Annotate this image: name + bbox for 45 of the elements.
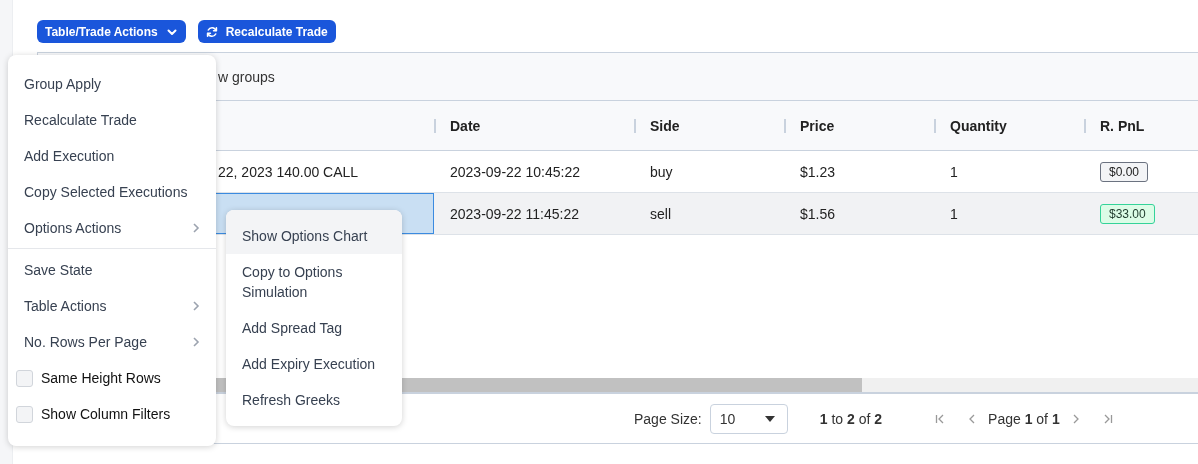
column-header[interactable]: Date <box>450 117 481 134</box>
menu-item[interactable]: Add Expiry Execution <box>226 346 402 382</box>
submenu-item[interactable]: No. Rows Per Page <box>8 324 216 360</box>
pnl-badge: $0.00 <box>1100 161 1149 182</box>
table-cell: sell <box>634 193 784 234</box>
menu-item[interactable]: Copy Selected Executions <box>8 174 216 210</box>
column-header[interactable]: Side <box>650 117 680 134</box>
page-indicator: Page 1 of 1 <box>988 410 1060 427</box>
submenu-item[interactable]: Table Actions <box>8 288 216 324</box>
refresh-icon <box>205 25 218 38</box>
menu-item[interactable]: Recalculate Trade <box>8 102 216 138</box>
menu-item[interactable]: Add Spread Tag <box>226 310 402 346</box>
menu-item[interactable]: Add Execution <box>8 138 216 174</box>
menu-item[interactable]: Copy to Options Simulation <box>226 254 402 310</box>
table-cell-text: buy <box>649 162 674 182</box>
column-header[interactable]: Price <box>800 117 835 134</box>
menu-item[interactable]: Group Apply <box>8 66 216 102</box>
menu-item[interactable]: Refresh Greeks <box>226 382 402 418</box>
table-cell: 1 <box>934 193 1084 234</box>
row-range-text: 1 to 2 of 2 <box>819 410 883 427</box>
chevron-right-icon <box>192 222 200 234</box>
checkbox-label[interactable]: Show Column Filters <box>41 406 171 422</box>
table-cell: 2023-09-22 11:45:22 <box>434 193 634 234</box>
recalculate-trade-button[interactable]: Recalculate Trade <box>197 20 336 43</box>
chevron-right-icon <box>192 300 200 312</box>
table-cell: 22, 2023 140.00 CALL <box>218 163 359 180</box>
table-cell-text: 2023-09-22 10:45:22 <box>449 162 581 182</box>
menu-item[interactable]: Save State <box>8 252 216 288</box>
column-header[interactable]: R. PnL <box>1100 117 1145 134</box>
table-cell-text: $1.23 <box>799 162 837 182</box>
checkbox[interactable] <box>16 369 33 387</box>
table-cell-text: 1 <box>949 162 959 182</box>
page-size-label: Page Size: <box>634 410 702 427</box>
submenu-item[interactable]: Options Actions <box>8 210 216 246</box>
pnl-badge: $33.00 <box>1100 203 1155 224</box>
chevron-right-icon <box>192 336 200 348</box>
checkbox[interactable] <box>16 405 33 423</box>
dropdown-caret-icon <box>764 415 775 422</box>
menu-item[interactable]: Show Options Chart <box>226 210 402 254</box>
checkbox-label[interactable]: Same Height Rows <box>41 370 161 386</box>
page-size-select[interactable]: 10 <box>709 403 788 434</box>
table-trade-actions-button[interactable]: Table/Trade Actions <box>37 20 186 43</box>
group-panel-hint: w groups <box>218 68 275 85</box>
table-cell: $1.56 <box>784 193 934 234</box>
column-header[interactable]: Quantity <box>950 117 1007 134</box>
